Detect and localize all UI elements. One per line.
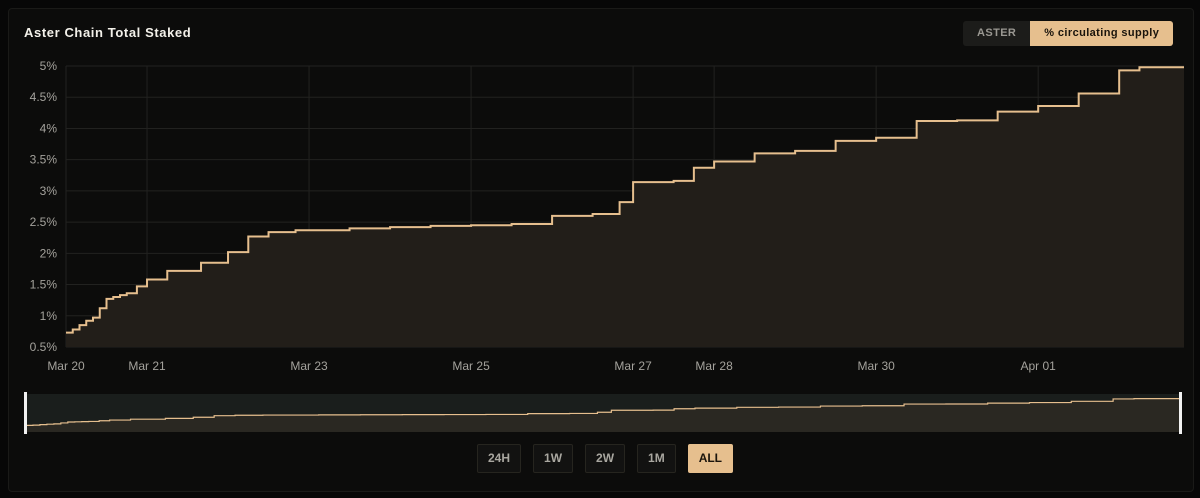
y-tick-label: 4% [40, 121, 58, 135]
range-2w-button[interactable]: 2W [585, 444, 626, 473]
y-tick-label: 1% [40, 309, 58, 323]
range-all-button[interactable]: ALL [687, 444, 734, 473]
range-1m-button[interactable]: 1M [637, 444, 676, 473]
x-axis: Mar 20 Mar 21 Mar 23 Mar 25 Mar 27 Mar 28 Mar … [47, 359, 1056, 373]
x-tick-label: Mar 21 [128, 359, 166, 373]
y-tick-label: 3.5% [30, 153, 58, 167]
x-tick-label: Apr 01 [1020, 359, 1056, 373]
x-tick-label: Mar 20 [47, 359, 85, 373]
staked-chart: 0.5%1%1.5%2%2.5%3%3.5%4%4.5%5% Mar 20 Mar… [24, 59, 1184, 434]
y-tick-label: 5% [40, 59, 58, 73]
range-navigator[interactable] [24, 392, 1182, 434]
y-tick-label: 1.5% [30, 278, 58, 292]
y-tick-label: 2% [40, 246, 58, 260]
y-tick-label: 3% [40, 184, 58, 198]
range-selector: 24H 1W 2W 1M ALL [477, 444, 734, 473]
y-axis: 0.5% 1% 1.5% 2% 2.5% 3% 3.5% 4% 4.5% 5% [30, 59, 58, 354]
y-tick-label: 4.5% [30, 90, 58, 104]
x-tick-label: Mar 27 [614, 359, 652, 373]
y-tick-label: 0.5% [30, 340, 58, 354]
x-tick-label: Mar 25 [452, 359, 490, 373]
navigator-right-handle[interactable] [1179, 392, 1182, 434]
x-tick-label: Mar 28 [695, 359, 733, 373]
range-24h-button[interactable]: 24H [477, 444, 522, 473]
y-tick-label: 2.5% [30, 215, 58, 229]
x-tick-label: Mar 30 [857, 359, 895, 373]
x-tick-label: Mar 23 [290, 359, 328, 373]
range-1w-button[interactable]: 1W [533, 444, 574, 473]
navigator-left-handle[interactable] [24, 392, 27, 434]
staked-area [66, 67, 1184, 347]
